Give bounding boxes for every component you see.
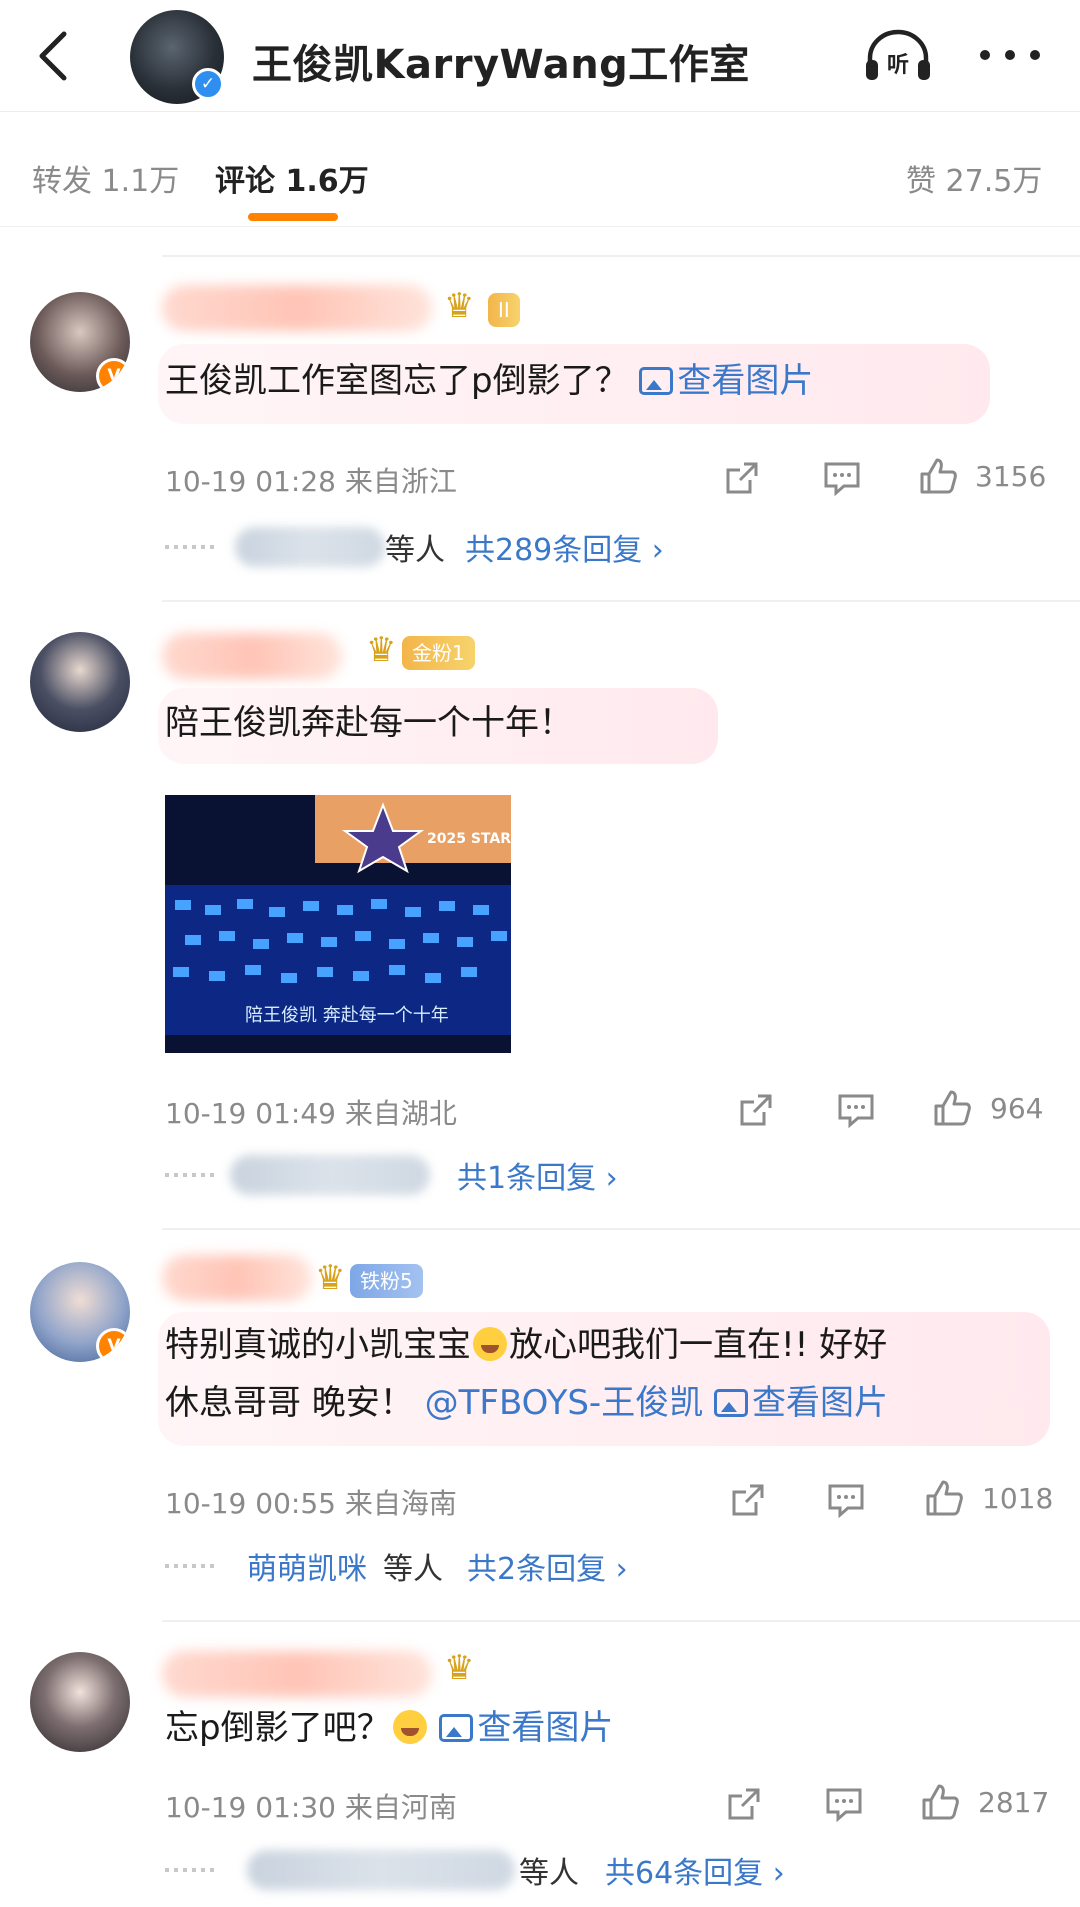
reply-summary[interactable]: 等人 共289条回复 ›: [165, 525, 725, 569]
like-icon[interactable]: [920, 1782, 960, 1822]
avatar[interactable]: V: [30, 1262, 130, 1362]
crown-icon: ♛: [444, 1648, 475, 1688]
photo-caption-text: 陪王俊凯 奔赴每一个十年: [245, 1005, 449, 1026]
comment-text: 忘p倒影了吧？ 查看图片: [165, 1708, 614, 1748]
tab-comments[interactable]: 评论 1.6万: [215, 156, 369, 200]
comment-text-line1: 特别真诚的小凯宝宝 放心吧我们一直在!! 好好: [165, 1325, 888, 1365]
tab-reposts[interactable]: 转发 1.1万: [32, 156, 179, 200]
username-blurred[interactable]: [162, 1651, 432, 1697]
crown-icon: ♛: [315, 1258, 346, 1298]
username-blurred[interactable]: [162, 285, 432, 331]
like-icon[interactable]: [932, 1088, 972, 1128]
image-icon: [639, 367, 674, 395]
image-icon: [439, 1714, 474, 1742]
like-icon[interactable]: [918, 456, 958, 496]
comment-text-line2: 休息哥哥 晚安！ @TFBOYS-王俊凯 查看图片: [165, 1383, 889, 1423]
image-icon: [714, 1389, 749, 1417]
listen-label: 听: [887, 53, 909, 78]
comment-icon[interactable]: [822, 458, 862, 498]
mention-link[interactable]: @TFBOYS-王俊凯: [425, 1383, 704, 1423]
reply-summary[interactable]: 共1条回复 ›: [165, 1153, 685, 1197]
dotted-line: [165, 1173, 217, 1177]
comment-icon[interactable]: [826, 1480, 866, 1520]
verified-icon: V: [96, 1328, 130, 1362]
dotted-line: [165, 1868, 217, 1872]
fan-level-badge: II: [488, 293, 520, 327]
like-count: 2817: [978, 1786, 1050, 1819]
crown-icon: ♛: [444, 286, 475, 326]
view-image-link[interactable]: 查看图片: [639, 361, 813, 401]
share-icon[interactable]: [724, 1784, 764, 1824]
reply-count-link[interactable]: 共2条回复 ›: [467, 1544, 628, 1588]
share-icon[interactable]: [736, 1090, 776, 1130]
listen-headphones-icon[interactable]: 听: [862, 26, 934, 84]
fan-level-badge: 铁粉5: [350, 1264, 423, 1298]
reply-summary[interactable]: 萌萌凯咪 等人 共2条回复 ›: [165, 1544, 685, 1588]
comment-meta: 10-19 01:28 来自浙江: [165, 465, 457, 498]
share-icon[interactable]: [722, 458, 762, 498]
comment-icon[interactable]: [824, 1784, 864, 1824]
username-blurred[interactable]: [162, 633, 342, 679]
like-icon[interactable]: [924, 1478, 964, 1518]
top-bar: ✓ 王俊凯KarryWang工作室 听: [0, 0, 1080, 112]
like-count: 964: [990, 1092, 1044, 1125]
dotted-line: [165, 1564, 217, 1568]
more-options-icon[interactable]: [980, 26, 1040, 84]
page-title[interactable]: 王俊凯KarryWang工作室: [252, 32, 750, 90]
replier-blurred: [247, 1850, 515, 1890]
like-count: 1018: [982, 1482, 1054, 1515]
verified-icon: V: [96, 358, 130, 392]
tab-bar: 转发 1.1万 评论 1.6万 赞 27.5万: [0, 112, 1080, 227]
photo-banner-text: 2025 STAR CEL: [427, 831, 511, 847]
active-tab-indicator: [248, 213, 338, 221]
fan-level-badge: 金粉1: [402, 636, 475, 670]
comment-text: 王俊凯工作室图忘了p倒影了？ 查看图片: [165, 361, 814, 401]
reply-count-link[interactable]: 共1条回复 ›: [457, 1153, 618, 1197]
view-image-link[interactable]: 查看图片: [439, 1708, 613, 1748]
reply-summary[interactable]: 等人 共64条回复 ›: [165, 1848, 825, 1892]
view-image-link[interactable]: 查看图片: [714, 1383, 888, 1423]
comment-meta: 10-19 00:55 来自海南: [165, 1487, 457, 1520]
dotted-line: [165, 545, 217, 549]
back-arrow-icon[interactable]: [30, 28, 80, 84]
replier-blurred: [235, 527, 385, 567]
comment-text: 陪王俊凯奔赴每一个十年！: [165, 703, 573, 743]
username-blurred[interactable]: [162, 1255, 312, 1301]
reply-count-link[interactable]: 共64条回复 ›: [605, 1848, 785, 1892]
comment-photo[interactable]: 2025 STAR CEL 陪王俊凯 奔赴每一个十年: [165, 795, 511, 1053]
comment-meta: 10-19 01:30 来自河南: [165, 1791, 457, 1824]
reply-count-link[interactable]: 共289条回复 ›: [465, 525, 664, 569]
avatar[interactable]: [30, 1652, 130, 1752]
avatar[interactable]: V: [30, 292, 130, 392]
share-icon[interactable]: [728, 1480, 768, 1520]
replier-blurred: [230, 1155, 430, 1195]
tab-likes[interactable]: 赞 27.5万: [906, 156, 1042, 200]
replier-name[interactable]: 萌萌凯咪: [247, 1544, 367, 1588]
crown-icon: ♛: [366, 630, 397, 670]
crying-emoji-icon: [473, 1327, 507, 1361]
avatar[interactable]: [30, 632, 130, 732]
like-count: 3156: [975, 460, 1047, 493]
comment-meta: 10-19 01:49 来自湖北: [165, 1097, 457, 1130]
comment-icon[interactable]: [836, 1090, 876, 1130]
laughing-emoji-icon: [392, 1710, 427, 1744]
verified-icon: ✓: [192, 68, 224, 100]
